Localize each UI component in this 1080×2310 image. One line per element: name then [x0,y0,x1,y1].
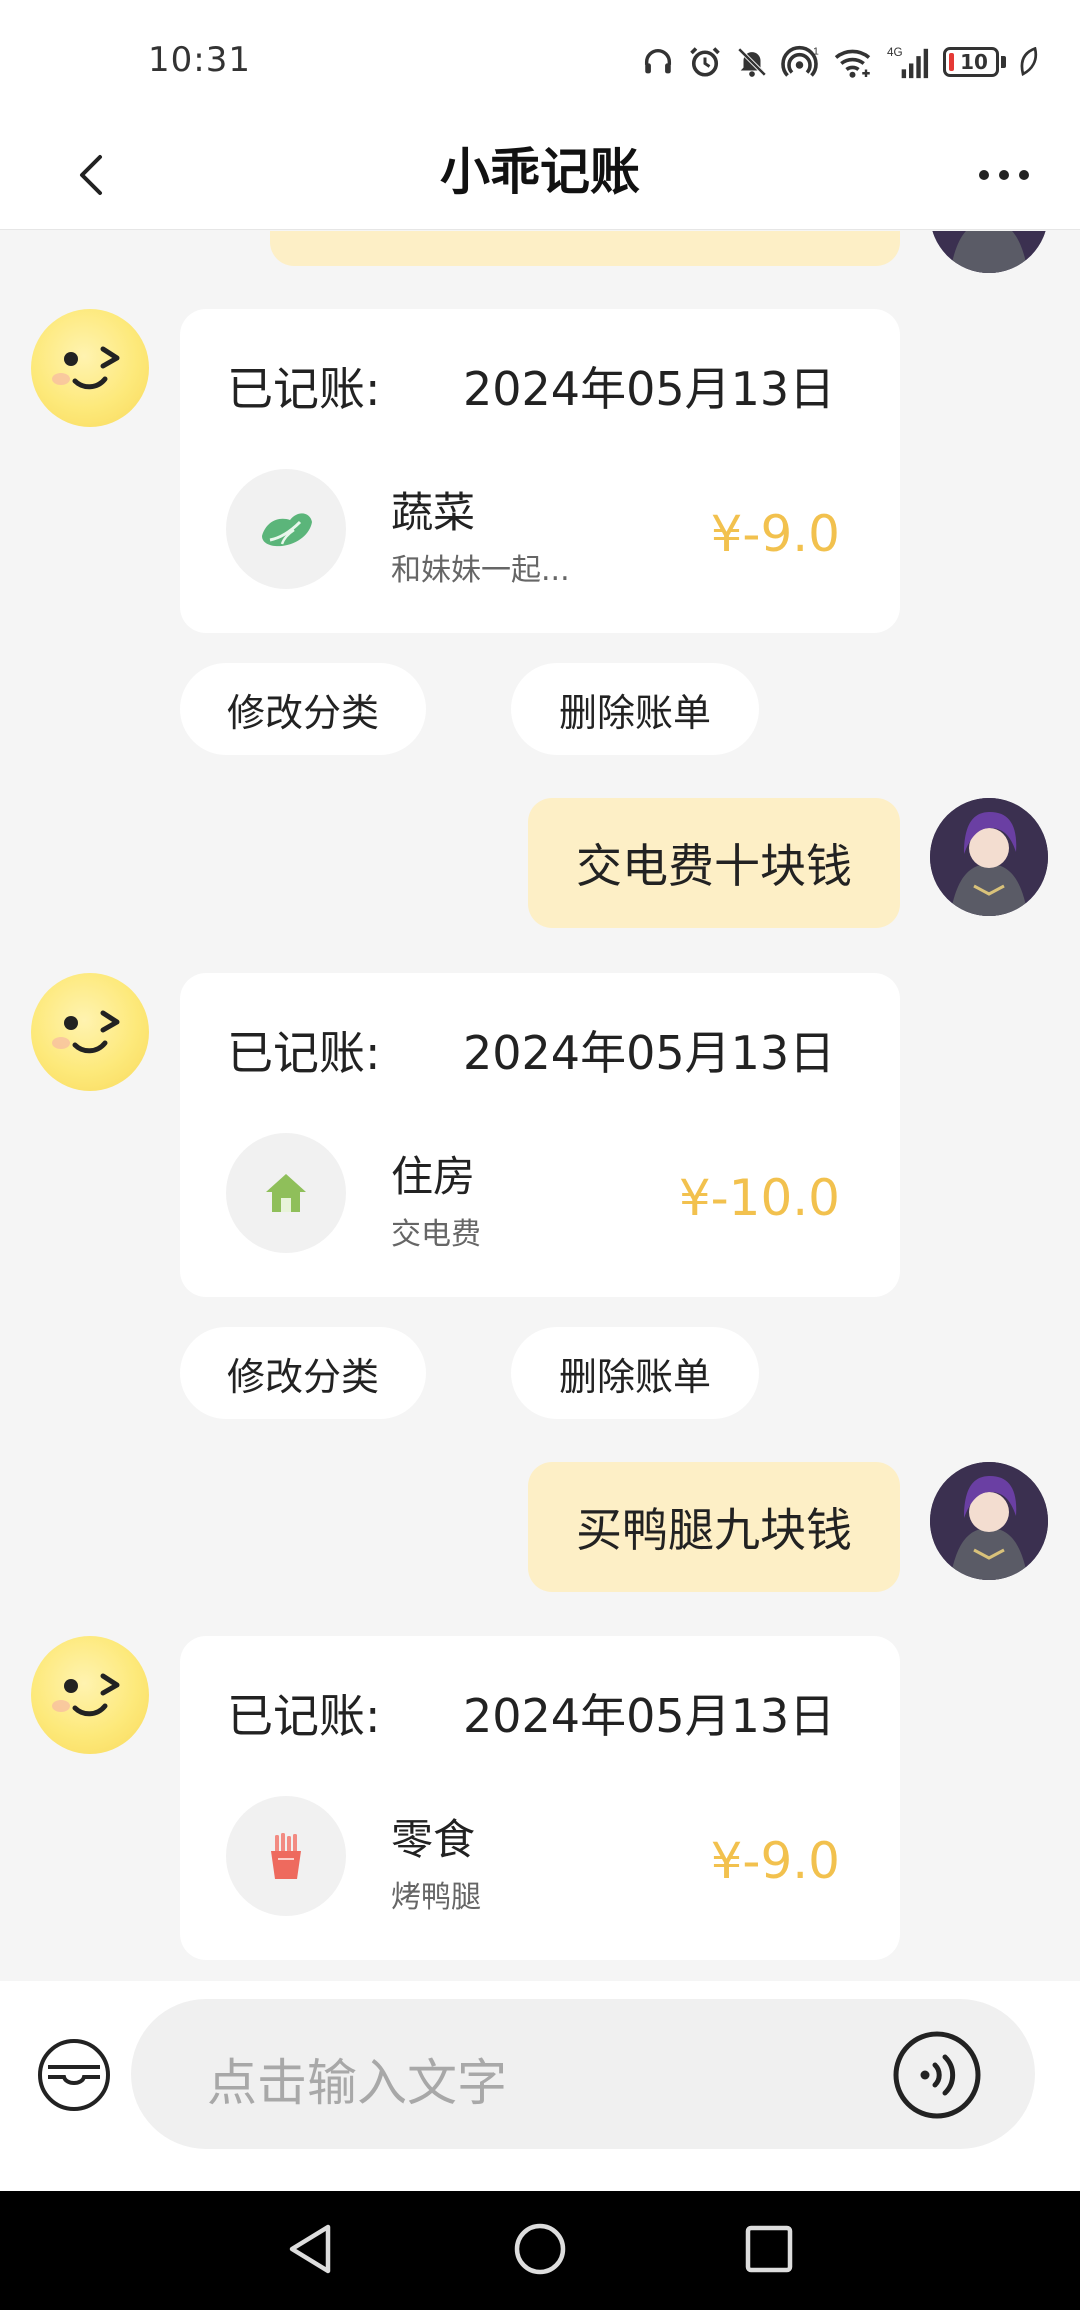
battery-level: 10 [960,50,988,74]
delete-bill-button[interactable]: 删除账单 [511,663,759,755]
app-header: 小乖记账 [0,120,1080,230]
record-note: 烤鸭腿 [391,1880,481,1915]
nav-back-icon[interactable] [284,2221,336,2277]
svg-text:4G: 4G [887,46,903,59]
status-bar: 10:31 1 4G 10 [0,0,1080,120]
category-name: 零食 [391,1815,476,1864]
keyboard-toggle-button[interactable] [34,2035,114,2115]
previous-user-bubble [270,231,900,266]
record-amount: ¥-10.0 [678,1169,840,1227]
nav-recents-icon[interactable] [743,2221,795,2277]
record-amount: ¥-9.0 [710,505,840,563]
category-icon-container [226,469,346,589]
category-name: 蔬菜 [391,488,476,537]
chat-area[interactable]: 已记账: 2024年05月13日 蔬菜 和妹妹一起... ¥-9.0 修改分类 … [0,231,1080,1981]
leaf-icon [1020,47,1038,76]
mute-icon [737,47,767,77]
hotspot-icon: 1 [781,46,819,77]
more-button[interactable] [964,142,1044,208]
wifi-icon [834,49,871,78]
user-avatar[interactable] [930,1462,1048,1580]
message-input[interactable]: 点击输入文字 [131,1999,1035,2149]
status-icons: 1 4G 10 [641,40,1040,84]
input-placeholder: 点击输入文字 [207,2054,507,2112]
category-icon-container [226,1796,346,1916]
battery-tip [1001,56,1006,68]
record-card[interactable]: 已记账: 2024年05月13日 零食 烤鸭腿 ¥-9.0 [180,1636,900,1960]
bot-avatar[interactable] [31,1636,149,1754]
bot-avatar[interactable] [31,973,149,1091]
signal-icon: 4G [887,46,929,79]
house-icon [266,1174,306,1212]
bot-avatar[interactable] [31,309,149,427]
voice-icon [893,2031,981,2119]
user-message-bubble: 买鸭腿九块钱 [528,1462,900,1592]
system-nav-bar [0,2191,1080,2310]
record-card[interactable]: 已记账: 2024年05月13日 蔬菜 和妹妹一起... ¥-9.0 [180,309,900,633]
input-bar: 点击输入文字 [0,1981,1080,2191]
category-name: 住房 [391,1152,476,1201]
recorded-label: 已记账: [227,1689,381,1743]
recorded-label: 已记账: [227,1026,381,1080]
wallet-icon [38,2039,110,2111]
voice-input-button[interactable] [891,2029,983,2121]
delete-bill-button[interactable]: 删除账单 [511,1327,759,1419]
fries-icon [271,1833,301,1879]
headphones-icon [644,49,672,74]
record-note: 交电费 [391,1217,481,1252]
recorded-label: 已记账: [227,362,381,416]
svg-text:1: 1 [813,46,819,58]
record-note: 和妹妹一起... [391,553,570,588]
user-avatar[interactable] [930,231,1048,273]
record-amount: ¥-9.0 [710,1832,840,1890]
edit-category-button[interactable]: 修改分类 [180,663,426,755]
vegetable-icon [262,513,312,547]
edit-category-button[interactable]: 修改分类 [180,1327,426,1419]
record-date: 2024年05月13日 [463,1689,836,1743]
page-title: 小乖记账 [440,143,640,201]
category-icon-container [226,1133,346,1253]
nav-home-icon[interactable] [512,2221,568,2277]
record-date: 2024年05月13日 [463,362,836,416]
status-time: 10:31 [148,40,251,80]
record-date: 2024年05月13日 [463,1026,836,1080]
user-avatar[interactable] [930,798,1048,916]
user-message-bubble: 交电费十块钱 [528,798,900,928]
record-card[interactable]: 已记账: 2024年05月13日 住房 交电费 ¥-10.0 [180,973,900,1297]
alarm-icon [690,47,720,77]
battery-icon: 10 [943,47,999,77]
